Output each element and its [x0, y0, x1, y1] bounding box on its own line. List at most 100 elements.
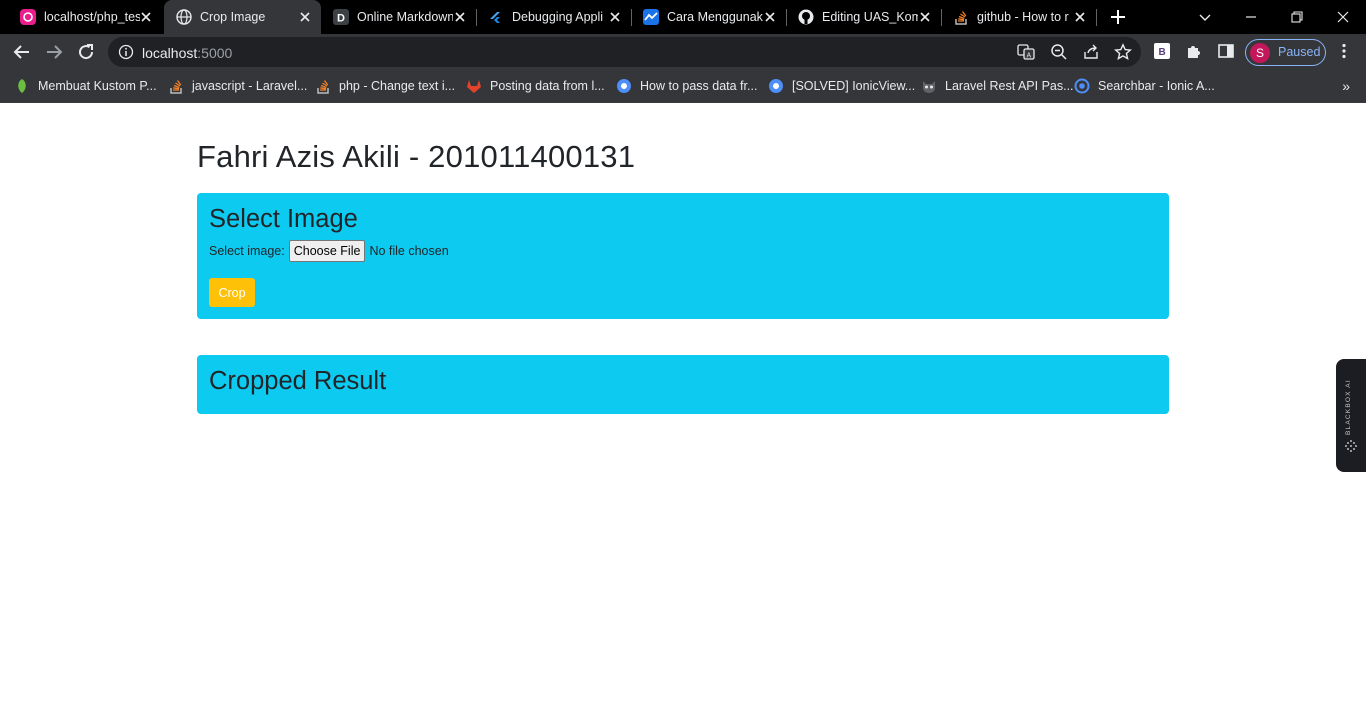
bookmark-item[interactable]: Posting data from l...	[466, 76, 605, 96]
tab-title: Online Markdown	[357, 10, 453, 24]
bookmark-item[interactable]: php - Change text i...	[315, 76, 455, 96]
browser-toolbar: localhost:5000 A B S Paused	[0, 34, 1366, 70]
owl-icon	[921, 78, 937, 94]
minimize-icon[interactable]	[1228, 0, 1274, 34]
tab-title: localhost/php_tes	[44, 10, 140, 24]
d-logo-icon: D	[333, 9, 349, 25]
bookmark-item[interactable]: Membuat Kustom P...	[14, 76, 157, 96]
blackbox-dots-icon	[1344, 439, 1358, 453]
side-panel-icon[interactable]	[1217, 42, 1237, 62]
tab-github-howto[interactable]: github - How to r	[941, 0, 1096, 34]
address-bar[interactable]: localhost:5000 A	[108, 37, 1141, 67]
profile-button[interactable]: S Paused	[1245, 39, 1326, 66]
tab-strip: localhost/php_tes Crop Image D Online Ma…	[0, 0, 1366, 34]
tab-debugging[interactable]: Debugging Appli	[476, 0, 631, 34]
cropped-result-card: Cropped Result	[197, 355, 1169, 414]
tab-crop-image[interactable]: Crop Image	[164, 0, 321, 34]
svg-text:D: D	[337, 13, 345, 25]
tab-separator	[1096, 9, 1097, 26]
stackoverflow-icon	[168, 78, 184, 94]
ionic-icon	[616, 78, 632, 94]
bookmark-item[interactable]: Laravel Rest API Pas...	[921, 76, 1074, 96]
tab-title: Crop Image	[200, 10, 266, 24]
bookmark-label: Laravel Rest API Pas...	[945, 79, 1074, 93]
tab-online-markdown[interactable]: D Online Markdown	[321, 0, 476, 34]
new-tab-plus-icon[interactable]	[1108, 7, 1128, 27]
leaf-icon	[14, 78, 30, 94]
url-host: localhost	[142, 45, 198, 61]
widget-label: BLACKBOX AI	[1345, 379, 1352, 435]
flutter-icon	[488, 9, 504, 25]
tab-title: Debugging Appli	[512, 10, 604, 24]
choose-file-button[interactable]: Choose File	[288, 240, 366, 262]
bookmark-label: php - Change text i...	[339, 79, 456, 93]
bookmark-item[interactable]: Searchbar - Ionic A...	[1074, 76, 1215, 96]
tab-separator	[476, 9, 477, 26]
file-status-text: No file chosen	[369, 244, 449, 258]
tab-editing-uas[interactable]: Editing UAS_Kom	[786, 0, 941, 34]
restore-icon[interactable]	[1274, 0, 1320, 34]
tab-title: github - How to r	[977, 10, 1069, 24]
github-icon	[798, 9, 814, 25]
file-input-row: Select image: Choose File No file chosen	[209, 240, 449, 262]
bookmark-label: Posting data from l...	[490, 79, 605, 93]
ionic-icon	[768, 78, 784, 94]
close-icon[interactable]	[297, 9, 313, 25]
extensions-puzzle-icon[interactable]	[1185, 42, 1205, 62]
close-icon[interactable]	[138, 9, 154, 25]
bookmarks-bar: Membuat Kustom P... javascript - Laravel…	[0, 70, 1366, 103]
bookmark-star-icon[interactable]	[1114, 43, 1132, 61]
site-info-icon[interactable]	[118, 44, 134, 65]
close-icon[interactable]	[452, 9, 468, 25]
tab-separator	[631, 9, 632, 26]
more-bookmarks-chevron-icon[interactable]: »	[1342, 78, 1350, 94]
bookmark-label: How to pass data fr...	[640, 79, 758, 93]
tab-localhost-php[interactable]: localhost/php_tes	[8, 0, 162, 34]
stackoverflow-icon	[315, 78, 331, 94]
bookmark-label: [SOLVED] IonicView...	[792, 79, 916, 93]
url-text[interactable]: localhost:5000	[142, 45, 232, 61]
avatar: S	[1250, 43, 1270, 63]
tab-title: Cara Menggunak	[667, 10, 763, 24]
bookmark-item[interactable]: javascript - Laravel...	[168, 76, 307, 96]
blue-chart-icon	[643, 9, 659, 25]
url-port: :5000	[197, 45, 233, 61]
tab-search-chevron-icon[interactable]	[1182, 0, 1228, 34]
stackoverflow-icon	[953, 9, 969, 25]
forward-arrow-icon[interactable]	[42, 40, 66, 64]
select-image-card: Select Image Select image: Choose File N…	[197, 193, 1169, 319]
profile-status: Paused	[1278, 45, 1321, 59]
ionic-ring-icon	[1074, 78, 1090, 94]
bookmark-item[interactable]: [SOLVED] IonicView...	[768, 76, 915, 96]
file-input-label: Select image:	[209, 244, 285, 258]
tab-separator	[941, 9, 942, 26]
kebab-menu-icon[interactable]	[1335, 42, 1355, 62]
window-close-icon[interactable]	[1320, 0, 1366, 34]
page-content: Fahri Azis Akili - 201011400131 Select I…	[0, 103, 1366, 728]
crop-button[interactable]: Crop	[209, 278, 255, 307]
pink-app-icon	[20, 9, 36, 25]
close-icon[interactable]	[607, 9, 623, 25]
bookmark-item[interactable]: How to pass data fr...	[616, 76, 757, 96]
zoom-out-icon[interactable]	[1050, 43, 1068, 61]
close-icon[interactable]	[762, 9, 778, 25]
gitlab-icon	[466, 78, 482, 94]
bookmark-label: Membuat Kustom P...	[38, 79, 157, 93]
bootstrap-extension-icon[interactable]: B	[1153, 42, 1173, 62]
close-icon[interactable]	[917, 9, 933, 25]
cropped-result-title: Cropped Result	[209, 367, 387, 395]
select-image-title: Select Image	[209, 205, 358, 233]
globe-icon	[176, 9, 192, 25]
page-title: Fahri Azis Akili - 201011400131	[197, 139, 636, 174]
tab-cara-menggunakan[interactable]: Cara Menggunak	[631, 0, 786, 34]
bookmark-label: javascript - Laravel...	[192, 79, 308, 93]
share-icon[interactable]	[1082, 43, 1100, 61]
back-arrow-icon[interactable]	[10, 40, 34, 64]
close-icon[interactable]	[1072, 9, 1088, 25]
blackbox-ai-widget[interactable]: BLACKBOX AI	[1336, 359, 1366, 472]
svg-text:A: A	[1027, 53, 1032, 60]
bookmark-label: Searchbar - Ionic A...	[1098, 79, 1215, 93]
reload-icon[interactable]	[74, 40, 98, 64]
translate-icon[interactable]: A	[1017, 43, 1035, 61]
tab-separator	[786, 9, 787, 26]
